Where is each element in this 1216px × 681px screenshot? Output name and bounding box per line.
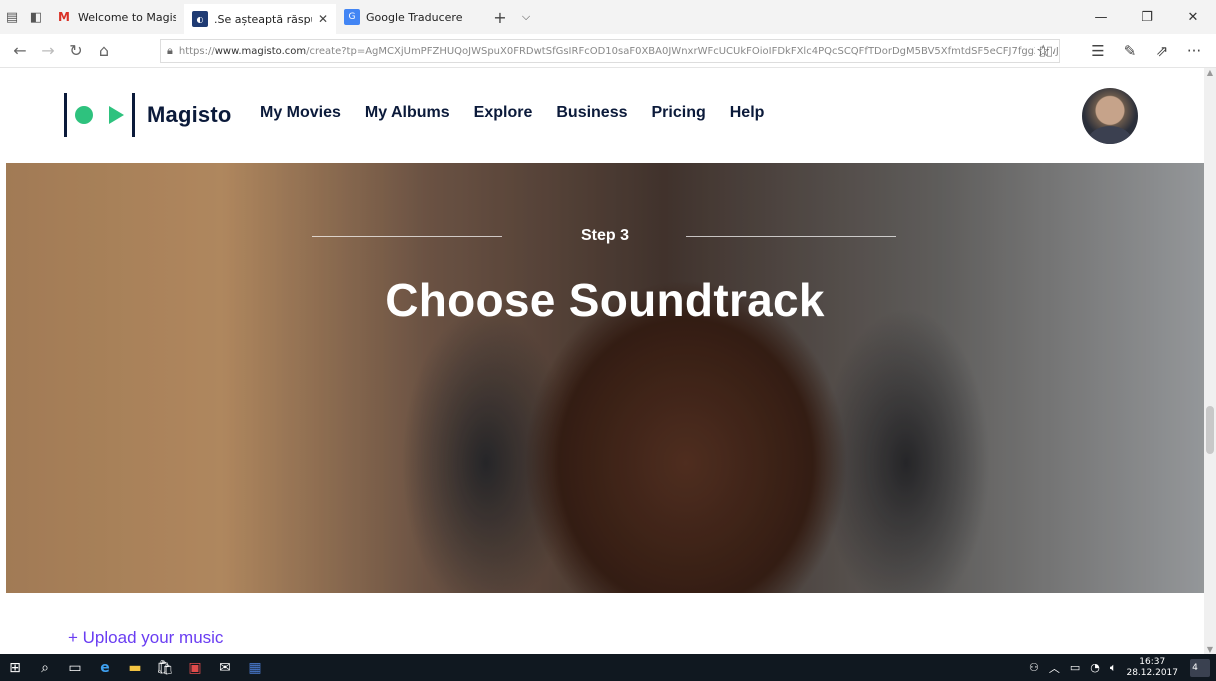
page-scrollbar[interactable]: ▲ ▼ <box>1204 68 1216 654</box>
volume-icon[interactable]: 🔈︎ <box>1110 661 1117 675</box>
browser-tab-active[interactable]: ◐ .Se așteaptă răspunsul ✕ <box>184 4 336 34</box>
close-tab-icon[interactable]: ✕ <box>318 12 328 26</box>
new-tab-button[interactable]: + <box>486 8 514 27</box>
action-center-icon[interactable]: 4 <box>1190 658 1210 677</box>
windows-start-icon[interactable]: ⊞ <box>0 654 30 681</box>
set-aside-tabs-icon[interactable]: ◧ <box>24 0 48 34</box>
nav-my-movies[interactable]: My Movies <box>260 104 341 122</box>
scroll-up-icon[interactable]: ▲ <box>1204 68 1216 77</box>
nav-help[interactable]: Help <box>730 104 765 122</box>
file-explorer-icon[interactable]: ▬ <box>120 654 150 681</box>
hero-banner: Step 3 Choose Soundtrack <box>6 163 1204 593</box>
chevron-up-icon[interactable]: ︿ <box>1049 660 1060 676</box>
people-icon[interactable]: ⚇ <box>1029 661 1039 674</box>
url-path: /create?tp=AgMCXjUmPFZHUQoJWSpuX0FRDwtSf… <box>306 45 1060 57</box>
clock-time: 16:37 <box>1139 656 1166 667</box>
web-note-icon[interactable]: ✎ <box>1114 42 1146 60</box>
lock-icon: 🔒︎ <box>167 44 173 57</box>
search-icon[interactable]: ⌕ <box>30 654 60 681</box>
forward-icon[interactable]: → <box>34 41 62 60</box>
mail-icon[interactable]: ✉ <box>210 654 240 681</box>
nav-explore[interactable]: Explore <box>474 104 533 122</box>
tab-label: Welcome to Magisto! - agai <box>78 10 176 24</box>
magisto-icon: ◐ <box>192 11 208 27</box>
brand-name: Magisto <box>147 102 232 127</box>
logo-play-icon <box>109 106 124 124</box>
close-window-icon[interactable]: ✕ <box>1170 10 1216 25</box>
scrollbar-thumb[interactable] <box>1206 406 1214 454</box>
restore-icon[interactable]: ❐ <box>1124 10 1170 25</box>
clock-date: 28.12.2017 <box>1126 667 1178 678</box>
system-tray: ⚇ ︿ ▭ ◔ 🔈︎ 16:37 28.12.2017 4 <box>1029 654 1216 681</box>
logo-bar <box>132 93 135 137</box>
scroll-down-icon[interactable]: ▼ <box>1204 645 1216 654</box>
clock[interactable]: 16:37 28.12.2017 <box>1126 657 1178 679</box>
network-icon[interactable]: ◔ <box>1090 661 1100 674</box>
browser-tab-gmail[interactable]: M Welcome to Magisto! - agai <box>48 0 184 34</box>
tab-overview-icon[interactable]: ▤ <box>0 0 24 34</box>
address-bar: ← → ↻ ⌂ 🔒︎ https://www.magisto.com/creat… <box>0 34 1216 68</box>
favorite-star-icon[interactable]: ☆ <box>1036 41 1050 60</box>
nav-my-albums[interactable]: My Albums <box>365 104 450 122</box>
logo-dot-icon <box>75 106 93 124</box>
notification-count: 4 <box>1192 662 1198 673</box>
more-menu-icon[interactable]: ··· <box>1178 42 1210 60</box>
home-icon[interactable]: ⌂ <box>90 41 118 60</box>
nav-pricing[interactable]: Pricing <box>652 104 706 122</box>
tab-label: Google Traducere <box>366 10 463 24</box>
url-host: www.magisto.com <box>214 45 307 57</box>
store-icon[interactable]: 🛍︎ <box>150 654 180 681</box>
back-icon[interactable]: ← <box>6 41 34 60</box>
favorites-hub-icon[interactable]: ☰ <box>1082 42 1114 60</box>
url-prefix: https:// <box>178 45 215 57</box>
hero-title: Choose Soundtrack <box>385 274 825 326</box>
google-translate-icon: G <box>344 9 360 25</box>
task-view-icon[interactable]: ▭ <box>60 654 90 681</box>
main-nav: My Movies My Albums Explore Business Pri… <box>260 104 788 122</box>
upload-music-link[interactable]: + Upload your music <box>68 628 223 648</box>
site-header: Magisto My Movies My Albums Explore Busi… <box>0 68 1204 163</box>
windows-taskbar: ⊞ ⌕ ▭ e ▬ 🛍︎ ▣ ✉ ▦ ⚇ ︿ ▭ ◔ 🔈︎ 16:37 28.1… <box>0 654 1216 681</box>
share-icon[interactable]: ⇗ <box>1146 42 1178 60</box>
minimize-icon[interactable]: — <box>1078 10 1124 25</box>
edge-browser-icon[interactable]: e <box>90 654 120 681</box>
tab-label: .Se așteaptă răspunsul <box>214 12 312 26</box>
word-app-icon[interactable]: ▦ <box>240 654 270 681</box>
gmail-icon: M <box>58 10 70 24</box>
magisto-logo[interactable]: Magisto <box>64 92 232 138</box>
url-field[interactable]: 🔒︎ https://www.magisto.com/create?tp=AgM… <box>160 39 1060 63</box>
browser-tab-bar: ▤ ◧ M Welcome to Magisto! - agai ◐ .Se a… <box>0 0 1216 34</box>
browser-tab-translate[interactable]: G Google Traducere <box>336 0 486 34</box>
avatar-shoulders <box>1088 126 1132 144</box>
gift-app-icon[interactable]: ▣ <box>180 654 210 681</box>
user-avatar[interactable] <box>1082 88 1138 144</box>
nav-business[interactable]: Business <box>556 104 627 122</box>
refresh-icon[interactable]: ↻ <box>62 41 90 60</box>
logo-bar <box>64 93 67 137</box>
step-label: Step 3 <box>580 227 629 244</box>
chevron-down-icon[interactable]: ⌵ <box>514 10 538 24</box>
battery-icon[interactable]: ▭ <box>1070 661 1080 674</box>
web-page: Magisto My Movies My Albums Explore Busi… <box>0 68 1204 654</box>
